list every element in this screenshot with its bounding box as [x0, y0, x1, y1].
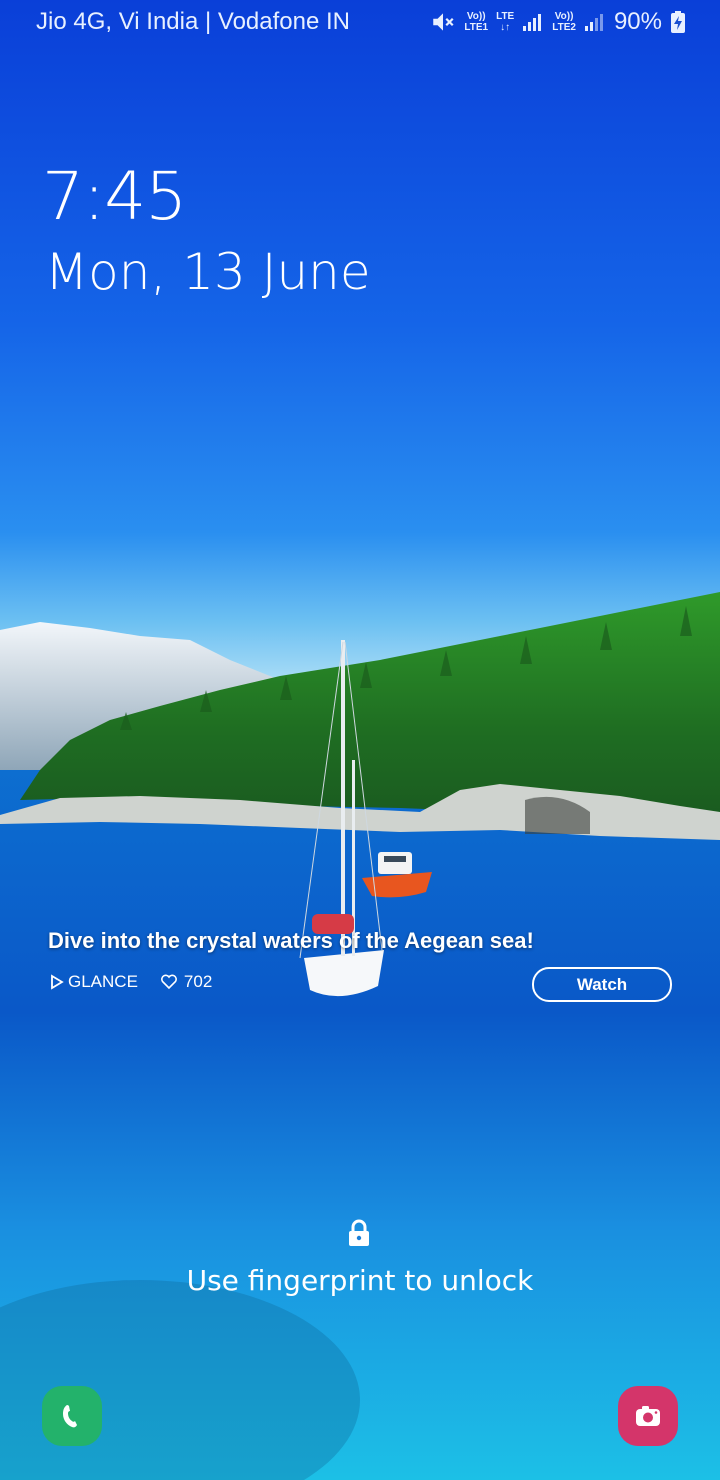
watch-button[interactable]: Watch: [532, 967, 672, 1002]
phone-shortcut[interactable]: [42, 1386, 102, 1446]
unlock-hint: Use fingerprint to unlock: [186, 1264, 534, 1297]
status-bar: Jio 4G, Vi India | Vodafone IN Vo)) LTE1…: [0, 0, 720, 44]
glance-likes[interactable]: 702: [160, 972, 212, 992]
sim2-lte-label: LTE2: [552, 22, 576, 33]
play-icon: [51, 974, 64, 990]
camera-shortcut[interactable]: [618, 1386, 678, 1446]
glance-meta: GLANCE 702: [50, 972, 212, 992]
heart-icon: [160, 974, 177, 990]
sim1-volte: Vo)) LTE1: [464, 11, 488, 33]
status-icons: Vo)) LTE1 LTE ↓↑ Vo)) LTE2 90%: [430, 6, 686, 38]
network-type-label: LTE: [496, 11, 515, 22]
glance-brand[interactable]: GLANCE: [50, 972, 138, 992]
sim2-volte: Vo)) LTE2: [552, 11, 576, 33]
sim1-lte-label: LTE1: [464, 22, 489, 33]
lock-screen: Jio 4G, Vi India | Vodafone IN Vo)) LTE1…: [0, 0, 720, 1480]
glance-brand-label: GLANCE: [68, 972, 138, 991]
battery-charging-icon: [671, 11, 685, 33]
mute-icon: [433, 13, 454, 31]
data-arrows-icon: ↓↑: [500, 22, 511, 33]
lockscreen-clock: 7:45: [42, 158, 187, 235]
battery-percent: 90%: [613, 8, 662, 35]
signal-icon: [584, 14, 603, 31]
phone-icon: [63, 1405, 77, 1428]
lock-icon: [349, 1219, 369, 1246]
likes-count: 702: [183, 972, 213, 991]
carrier-label: Jio 4G, Vi India | Vodafone IN: [36, 8, 350, 35]
glance-headline[interactable]: Dive into the crystal waters of the Aege…: [48, 928, 534, 954]
sim2-volte-label: Vo)): [554, 11, 574, 22]
sim1-volte-label: Vo)): [466, 11, 486, 22]
network-type: LTE ↓↑: [496, 11, 514, 33]
camera-icon: [636, 1406, 660, 1426]
signal-icon: [523, 14, 542, 31]
lockscreen-date: Mon, 13 June: [45, 243, 371, 301]
